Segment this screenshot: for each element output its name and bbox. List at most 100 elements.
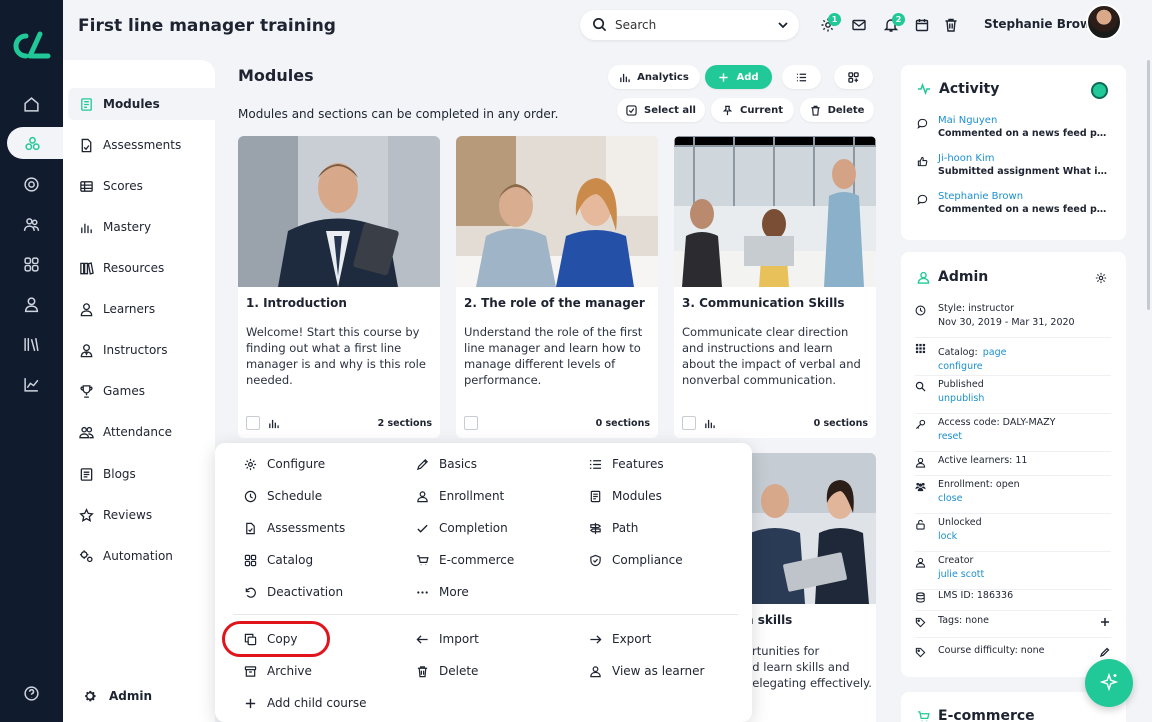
user-icon[interactable] (18, 291, 44, 317)
menu-item-add-child-course[interactable]: Add child course (244, 694, 366, 712)
nav-scores[interactable]: Scores (79, 176, 143, 196)
nav-modules[interactable]: Modules (79, 94, 160, 114)
activity-user[interactable]: Stephanie Brown (938, 191, 1110, 202)
trash-icon[interactable] (943, 17, 959, 33)
module-card[interactable]: 3. Communication Skills Communicate clea… (674, 136, 876, 438)
attendance-icon (79, 426, 94, 438)
menu-item-configure[interactable]: Configure (244, 455, 325, 473)
chart-line-icon[interactable] (18, 371, 44, 397)
nav-learners[interactable]: Learners (79, 299, 155, 319)
people-icon[interactable] (18, 211, 44, 237)
menu-label: Enrollment (439, 489, 505, 503)
nav-games[interactable]: Games (79, 381, 145, 401)
list-view-button[interactable] (782, 65, 821, 89)
nav-blogs[interactable]: Blogs (79, 464, 136, 484)
activity-user[interactable]: Mai Nguyen (938, 115, 1110, 126)
menu-item-completion[interactable]: Completion (416, 519, 508, 537)
nav-automation[interactable]: Automation (79, 546, 173, 566)
activity-item[interactable]: Mai Nguyen Commented on a news feed post (917, 115, 1110, 139)
analytics-icon[interactable] (704, 418, 715, 429)
creator-link[interactable]: julie scott (938, 568, 984, 582)
chevron-down-icon[interactable] (777, 19, 789, 31)
admin-footer-link[interactable]: Admin (63, 680, 215, 712)
apps-icon[interactable] (18, 251, 44, 277)
menu-item-enrollment[interactable]: Enrollment (416, 487, 504, 505)
grid-view-button[interactable] (834, 65, 873, 89)
live-indicator[interactable] (1091, 82, 1108, 99)
user-name[interactable]: Stephanie Brown (984, 17, 1100, 31)
menu-item-assessments[interactable]: Assessments (244, 519, 345, 537)
module-checkbox[interactable] (464, 416, 478, 430)
menu-item-export[interactable]: Export (589, 630, 651, 648)
avatar[interactable] (1086, 4, 1122, 40)
module-title[interactable]: 3. Communication Skills (682, 296, 844, 310)
analytics-button[interactable]: Analytics (608, 65, 700, 89)
add-tag-icon[interactable] (1100, 617, 1110, 627)
nav-assessments[interactable]: Assessments (79, 135, 181, 155)
module-card[interactable]: 1. Introduction Welcome! Start this cour… (238, 136, 440, 438)
delete-button[interactable]: Delete (800, 98, 874, 122)
catalog-page-link[interactable]: page (983, 347, 1007, 358)
unpublish-link[interactable]: unpublish (938, 392, 984, 406)
catalog-configure-link[interactable]: configure (938, 360, 1007, 374)
nav-mastery[interactable]: Mastery (79, 217, 151, 237)
menu-item-view-as-learner[interactable]: View as learner (589, 662, 704, 680)
select-all-button[interactable]: Select all (617, 98, 705, 122)
menu-item-archive[interactable]: Archive (244, 662, 312, 680)
module-checkbox[interactable] (246, 416, 260, 430)
library-icon[interactable] (18, 331, 44, 357)
admin-lock-row: Unlocked lock (915, 516, 1111, 552)
module-title[interactable]: 1. Introduction (246, 296, 347, 310)
admin-catalog-row: Catalog: page configure (915, 340, 1111, 376)
lock-link[interactable]: lock (938, 530, 982, 544)
search-input[interactable]: Search (580, 10, 799, 40)
edit-icon[interactable] (1100, 647, 1110, 657)
menu-item-copy[interactable]: Copy (244, 630, 297, 648)
activity-item[interactable]: Ji-hoon Kim Submitted assignment What is … (917, 153, 1110, 177)
menu-item-basics[interactable]: Basics (416, 455, 477, 473)
activity-item[interactable]: Stephanie Brown Commented on a news feed … (917, 191, 1110, 215)
home-icon[interactable] (18, 91, 44, 117)
menu-item-deactivation[interactable]: Deactivation (244, 583, 343, 601)
menu-item-delete[interactable]: Delete (416, 662, 478, 680)
module-title[interactable]: n skills (745, 613, 792, 627)
mail-icon[interactable] (851, 17, 867, 33)
menu-item-ecommerce[interactable]: E-commerce (416, 551, 514, 569)
current-button[interactable]: Current (711, 98, 794, 122)
menu-label: Copy (267, 632, 298, 646)
sections-count: 2 sections (377, 418, 432, 429)
grid-icon (244, 554, 257, 566)
app-logo[interactable] (10, 30, 52, 62)
module-title[interactable]: 2. The role of the manager (464, 296, 645, 310)
nav-attendance[interactable]: Attendance (79, 422, 172, 442)
activity-user[interactable]: Ji-hoon Kim (938, 153, 1110, 164)
menu-item-import[interactable]: Import (416, 630, 479, 648)
scrollbar[interactable] (1147, 60, 1150, 310)
ai-assistant-button[interactable] (1085, 659, 1133, 707)
add-button[interactable]: Add (705, 65, 772, 89)
module-card[interactable]: 2. The role of the manager Understand th… (456, 136, 658, 438)
menu-item-compliance[interactable]: Compliance (589, 551, 683, 569)
plus-icon (719, 72, 729, 82)
nav-instructors[interactable]: Instructors (79, 340, 167, 360)
list-icon (796, 73, 807, 81)
target-icon[interactable] (18, 171, 44, 197)
calendar-icon[interactable] (914, 17, 930, 33)
menu-item-modules[interactable]: Modules (589, 487, 662, 505)
nav-resources[interactable]: Resources (79, 258, 164, 278)
gear-icon[interactable] (1095, 272, 1107, 284)
close-enrollment-link[interactable]: close (938, 492, 1020, 506)
analytics-icon[interactable] (268, 418, 279, 429)
menu-item-catalog[interactable]: Catalog (244, 551, 313, 569)
module-card[interactable]: n skills ortunities for nd learn skills … (745, 453, 876, 722)
menu-item-more[interactable]: More (416, 583, 469, 601)
menu-item-schedule[interactable]: Schedule (244, 487, 322, 505)
menu-item-path[interactable]: Path (589, 519, 638, 537)
help-icon[interactable] (18, 680, 44, 706)
menu-item-features[interactable]: Features (589, 455, 664, 473)
courses-icon[interactable] (7, 127, 65, 159)
check-icon (417, 524, 428, 533)
reset-link[interactable]: reset (938, 430, 1055, 444)
module-checkbox[interactable] (682, 416, 696, 430)
nav-reviews[interactable]: Reviews (79, 505, 152, 525)
